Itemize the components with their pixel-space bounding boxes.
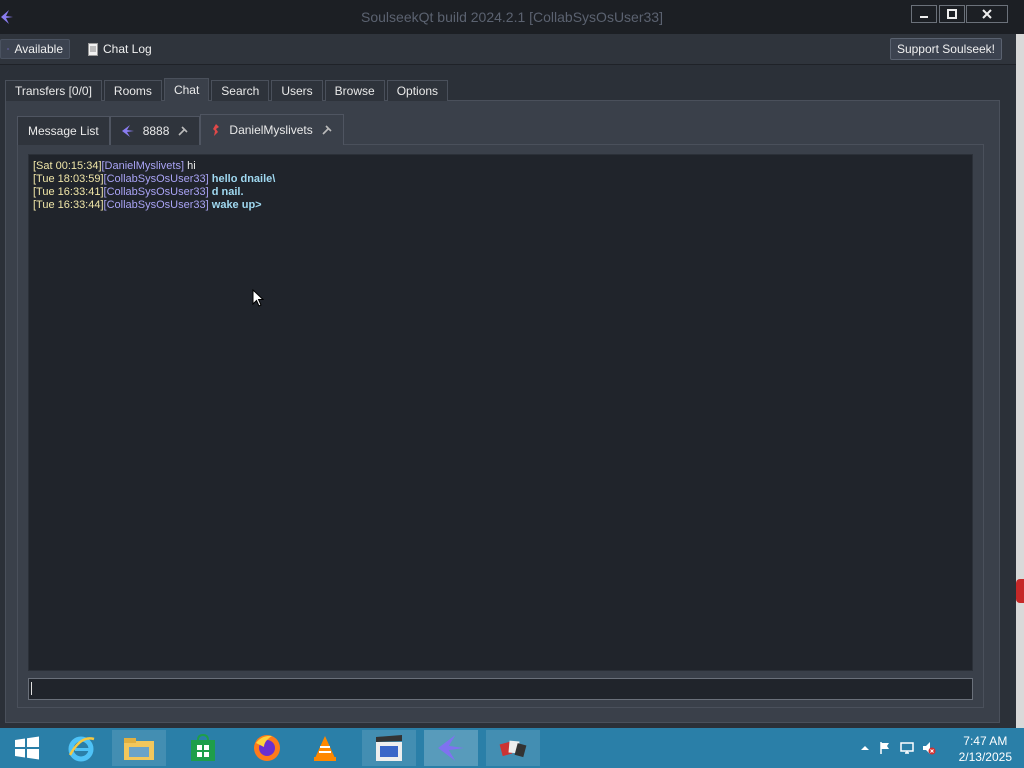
- mouse-cursor-icon: [252, 289, 264, 307]
- taskbar-firefox[interactable]: [240, 730, 294, 766]
- support-button[interactable]: Support Soulseek!: [889, 38, 1002, 60]
- start-button[interactable]: [0, 730, 54, 766]
- minimize-icon: [920, 16, 928, 18]
- maximize-icon: [947, 9, 957, 19]
- chat-message: [Tue 16:33:41][CollabSysOsUser33] d nail…: [33, 186, 968, 199]
- soulseek-bird-icon: [438, 735, 464, 761]
- clapperboard-icon: [376, 735, 402, 761]
- tab-chat[interactable]: Chat: [163, 78, 210, 101]
- message-timestamp: [Tue 16:33:44]: [33, 199, 104, 211]
- message-text: hi: [187, 160, 196, 172]
- internet-explorer-icon: [68, 736, 95, 762]
- soulseek-bird-icon: [121, 125, 134, 137]
- tab-browse[interactable]: Browse: [324, 80, 385, 101]
- vlc-icon: [314, 736, 336, 761]
- clock-time: 7:47 AM: [963, 734, 1008, 748]
- chat-input[interactable]: [28, 678, 973, 700]
- tab-label: 8888: [142, 124, 170, 138]
- taskbar-media-player[interactable]: [362, 730, 416, 766]
- message-text: wake up>: [211, 199, 262, 211]
- close-tab-icon[interactable]: [177, 125, 189, 137]
- tab-8888[interactable]: 8888: [109, 116, 201, 145]
- text-caret: [31, 682, 32, 695]
- close-button[interactable]: [966, 5, 1008, 23]
- tab-danielmyslivets[interactable]: DanielMyslivets: [200, 114, 344, 145]
- show-hidden-icons-icon[interactable]: [858, 741, 872, 755]
- taskbar: 7:47 AM 2/13/2025: [0, 728, 1024, 768]
- chat-message: [Tue 18:03:59][CollabSysOsUser33] hello …: [33, 173, 968, 186]
- message-text: d nail.: [211, 186, 244, 198]
- taskbar-internet-explorer[interactable]: [54, 730, 108, 766]
- chat-log-label: Chat Log: [103, 42, 152, 56]
- store-icon: [191, 734, 215, 761]
- tab-transfers[interactable]: Transfers [0/0]: [5, 80, 102, 101]
- window-title: SoulseekQt build 2024.2.1 [CollabSysOsUs…: [361, 9, 663, 25]
- volume-muted-icon[interactable]: [922, 741, 936, 755]
- tab-rooms[interactable]: Rooms: [103, 80, 162, 101]
- folder-icon: [124, 738, 154, 760]
- user-status-icon: [213, 124, 220, 136]
- windows-start-icon: [15, 736, 39, 760]
- status-button[interactable]: Available: [0, 39, 70, 59]
- chat-message: [Sat 00:15:34][DanielMyslivets] hi: [33, 160, 968, 173]
- main-tabs: Transfers [0/0] Rooms Chat Search Users …: [5, 78, 449, 101]
- system-tray: 7:47 AM 2/13/2025: [844, 728, 1024, 768]
- close-tab-icon[interactable]: [321, 124, 333, 136]
- network-icon[interactable]: [900, 741, 914, 755]
- action-center-flag-icon[interactable]: [878, 741, 892, 755]
- maximize-button[interactable]: [939, 5, 965, 23]
- chat-tabs: Message List 8888 DanielMyslivets: [17, 114, 344, 145]
- games-icon: [499, 740, 527, 758]
- message-username[interactable]: [CollabSysOsUser33]: [104, 173, 209, 185]
- tab-label: DanielMyslivets: [229, 123, 313, 137]
- title-bar: SoulseekQt build 2024.2.1 [CollabSysOsUs…: [0, 0, 1024, 35]
- tab-options[interactable]: Options: [386, 80, 449, 101]
- message-timestamp: [Tue 18:03:59]: [33, 173, 104, 185]
- message-username[interactable]: [DanielMyslivets]: [102, 160, 185, 172]
- taskbar-file-explorer[interactable]: [112, 730, 166, 766]
- desktop-item: [1016, 579, 1024, 603]
- minimize-button[interactable]: [911, 5, 937, 23]
- message-timestamp: [Sat 00:15:34]: [33, 160, 102, 172]
- tab-message-list[interactable]: Message List: [17, 116, 110, 145]
- message-text: hello dnaile\: [211, 173, 276, 185]
- message-username[interactable]: [CollabSysOsUser33]: [104, 186, 209, 198]
- status-label: Available: [14, 42, 63, 56]
- desktop-edge: [1016, 34, 1024, 734]
- document-icon: [88, 42, 98, 56]
- chat-log-button[interactable]: Chat Log: [82, 39, 158, 59]
- taskbar-store[interactable]: [176, 730, 230, 766]
- tab-label: Message List: [28, 124, 99, 138]
- chat-message: [Tue 16:33:44][CollabSysOsUser33] wake u…: [33, 199, 968, 212]
- close-icon: [982, 9, 992, 19]
- soulseek-bird-icon: [7, 47, 10, 51]
- taskbar-vlc[interactable]: [298, 730, 352, 766]
- clock-date: 2/13/2025: [958, 750, 1012, 764]
- tab-search[interactable]: Search: [211, 80, 270, 101]
- tab-users[interactable]: Users: [271, 80, 323, 101]
- toolbar: Available Chat Log Support Soulseek!: [0, 34, 1024, 65]
- message-timestamp: [Tue 16:33:41]: [33, 186, 104, 198]
- taskbar-games[interactable]: [486, 730, 540, 766]
- clock[interactable]: 7:47 AM 2/13/2025: [959, 733, 1012, 765]
- message-username[interactable]: [CollabSysOsUser33]: [104, 199, 209, 211]
- firefox-icon: [254, 735, 280, 761]
- chat-log[interactable]: [Sat 00:15:34][DanielMyslivets] hi [Tue …: [28, 154, 973, 671]
- taskbar-soulseek[interactable]: [424, 730, 478, 766]
